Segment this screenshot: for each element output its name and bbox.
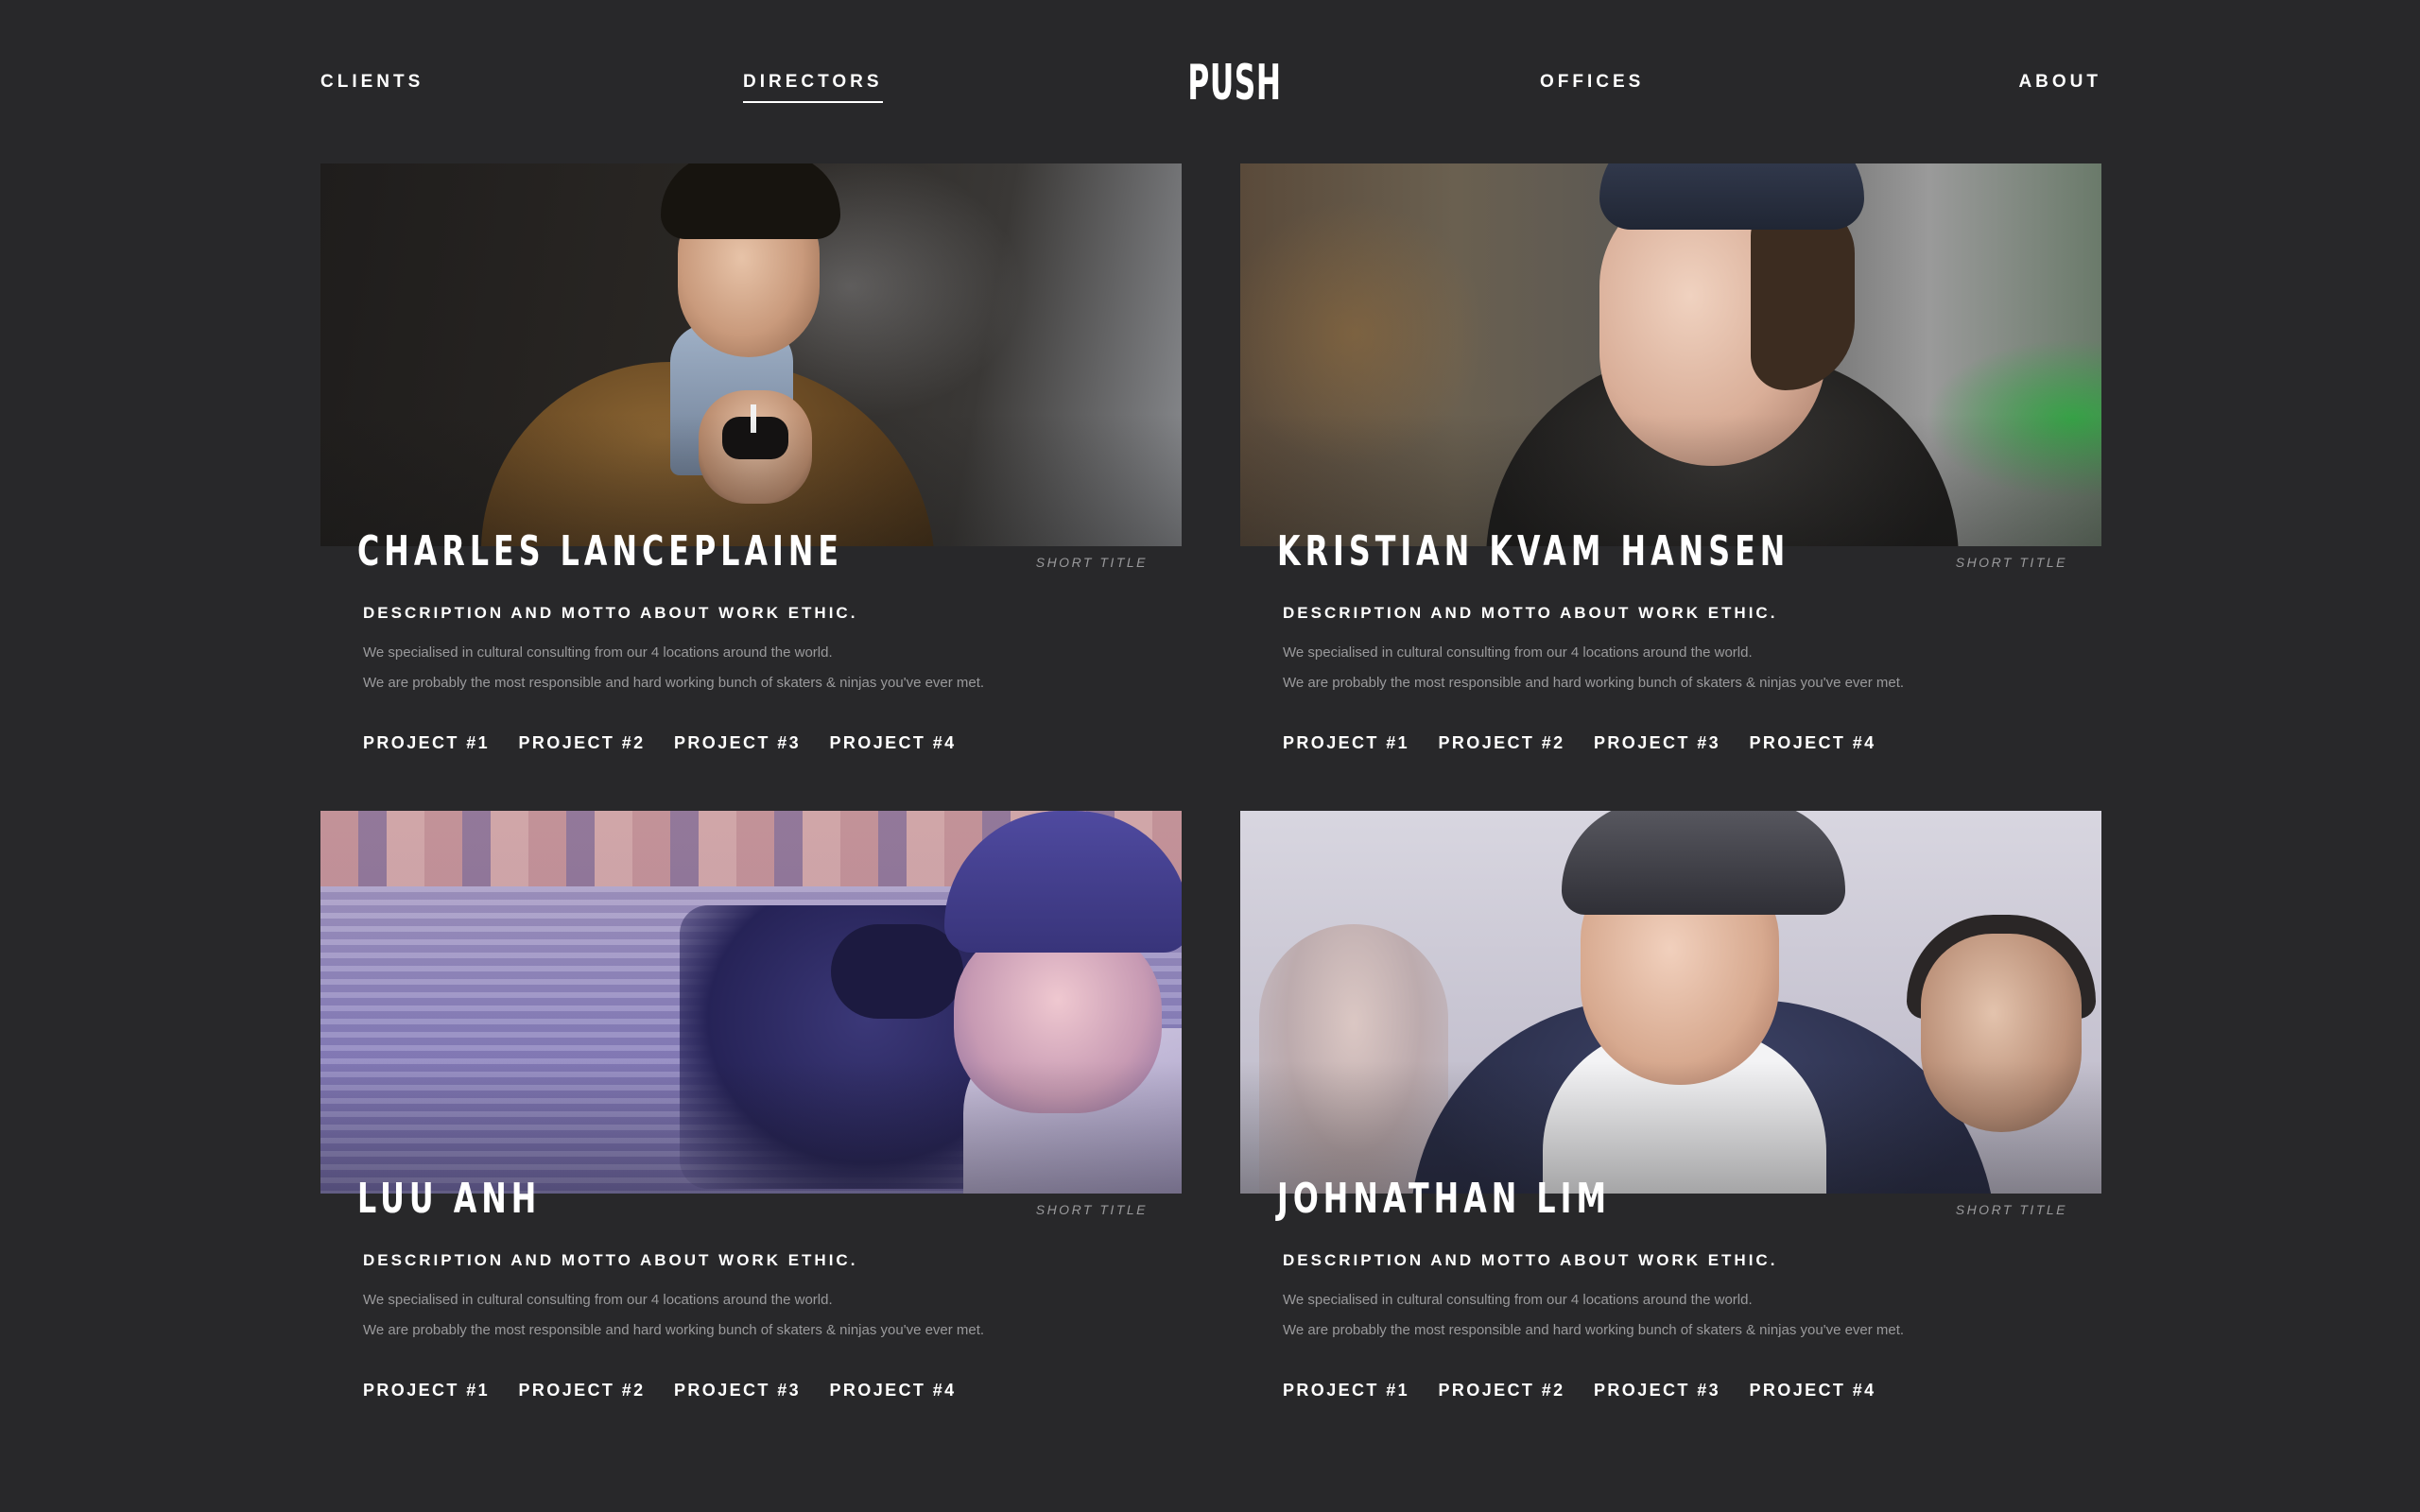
photo-left-person [1259, 924, 1448, 1194]
nav-link-offices[interactable]: OFFICES [1540, 72, 1644, 93]
director-short-title: SHORT TITLE [1955, 1202, 2067, 1217]
photo-hair [661, 163, 840, 239]
director-name: KRISTIAN KVAM HANSEN [1277, 527, 1790, 576]
director-photo[interactable] [1240, 163, 2101, 546]
director-name: JOHNATHAN LIM [1277, 1175, 1612, 1223]
project-link-1[interactable]: PROJECT #1 [363, 1381, 490, 1400]
push-logo[interactable]: PUSH [1187, 57, 1281, 110]
main-nav: CLIENTS DIRECTORS PUSH OFFICES ABOUT [320, 57, 2101, 113]
project-link-3[interactable]: PROJECT #3 [674, 733, 801, 753]
photo-cap [1599, 163, 1864, 230]
project-link-4[interactable]: PROJECT #4 [1750, 733, 1876, 753]
nav-link-clients[interactable]: CLIENTS [320, 72, 424, 93]
director-name: CHARLES LANCEPLAINE [357, 527, 844, 576]
photo-face [954, 924, 1162, 1113]
project-link-3[interactable]: PROJECT #3 [1594, 733, 1720, 753]
photo-hair [1751, 201, 1855, 390]
project-links: PROJECT #1 PROJECT #2 PROJECT #3 PROJECT… [363, 733, 981, 753]
nav-link-about[interactable]: ABOUT [2018, 72, 2101, 93]
director-card: CHARLES LANCEPLAINE SHORT TITLE DESCRIPT… [320, 163, 1182, 752]
project-links: PROJECT #1 PROJECT #2 PROJECT #3 PROJECT… [363, 1381, 981, 1400]
project-link-4[interactable]: PROJECT #4 [1750, 1381, 1876, 1400]
director-motto: DESCRIPTION AND MOTTO ABOUT WORK ETHIC. [363, 1251, 858, 1269]
project-link-4[interactable]: PROJECT #4 [830, 733, 957, 753]
director-description-line-1: We specialised in cultural consulting fr… [363, 644, 833, 661]
project-links: PROJECT #1 PROJECT #2 PROJECT #3 PROJECT… [1283, 733, 1901, 753]
director-description-line-2: We are probably the most responsible and… [1283, 1322, 1905, 1338]
director-description-line-2: We are probably the most responsible and… [1283, 675, 1905, 691]
director-short-title: SHORT TITLE [1035, 555, 1148, 570]
director-motto: DESCRIPTION AND MOTTO ABOUT WORK ETHIC. [363, 604, 858, 622]
project-link-1[interactable]: PROJECT #1 [363, 733, 490, 753]
photo-cap [1562, 811, 1845, 915]
director-motto: DESCRIPTION AND MOTTO ABOUT WORK ETHIC. [1283, 1251, 1778, 1269]
director-photo[interactable] [320, 811, 1182, 1194]
photo-lens [831, 924, 963, 1019]
project-link-2[interactable]: PROJECT #2 [1439, 1381, 1565, 1400]
photo-right-face [1921, 934, 2082, 1132]
photo-cigarette [751, 404, 756, 433]
project-links: PROJECT #1 PROJECT #2 PROJECT #3 PROJECT… [1283, 1381, 1901, 1400]
director-description-line-1: We specialised in cultural consulting fr… [1283, 644, 1753, 661]
director-card: KRISTIAN KVAM HANSEN SHORT TITLE DESCRIP… [1240, 163, 2101, 752]
director-description-line-2: We are probably the most responsible and… [363, 1322, 985, 1338]
project-link-2[interactable]: PROJECT #2 [519, 733, 646, 753]
project-link-1[interactable]: PROJECT #1 [1283, 733, 1409, 753]
project-link-2[interactable]: PROJECT #2 [519, 1381, 646, 1400]
director-card: LUU ANH SHORT TITLE DESCRIPTION AND MOTT… [320, 811, 1182, 1400]
director-description-line-2: We are probably the most responsible and… [363, 675, 985, 691]
director-name: LUU ANH [357, 1175, 542, 1223]
nav-link-directors[interactable]: DIRECTORS [743, 72, 883, 103]
director-motto: DESCRIPTION AND MOTTO ABOUT WORK ETHIC. [1283, 604, 1778, 622]
director-card: JOHNATHAN LIM SHORT TITLE DESCRIPTION AN… [1240, 811, 2101, 1400]
director-short-title: SHORT TITLE [1955, 555, 2067, 570]
project-link-4[interactable]: PROJECT #4 [830, 1381, 957, 1400]
project-link-3[interactable]: PROJECT #3 [1594, 1381, 1720, 1400]
director-description-line-1: We specialised in cultural consulting fr… [363, 1292, 833, 1308]
photo-lighter [722, 417, 788, 459]
director-description-line-1: We specialised in cultural consulting fr… [1283, 1292, 1753, 1308]
director-photo[interactable] [1240, 811, 2101, 1194]
project-link-3[interactable]: PROJECT #3 [674, 1381, 801, 1400]
project-link-1[interactable]: PROJECT #1 [1283, 1381, 1409, 1400]
director-photo[interactable] [320, 163, 1182, 546]
director-short-title: SHORT TITLE [1035, 1202, 1148, 1217]
project-link-2[interactable]: PROJECT #2 [1439, 733, 1565, 753]
